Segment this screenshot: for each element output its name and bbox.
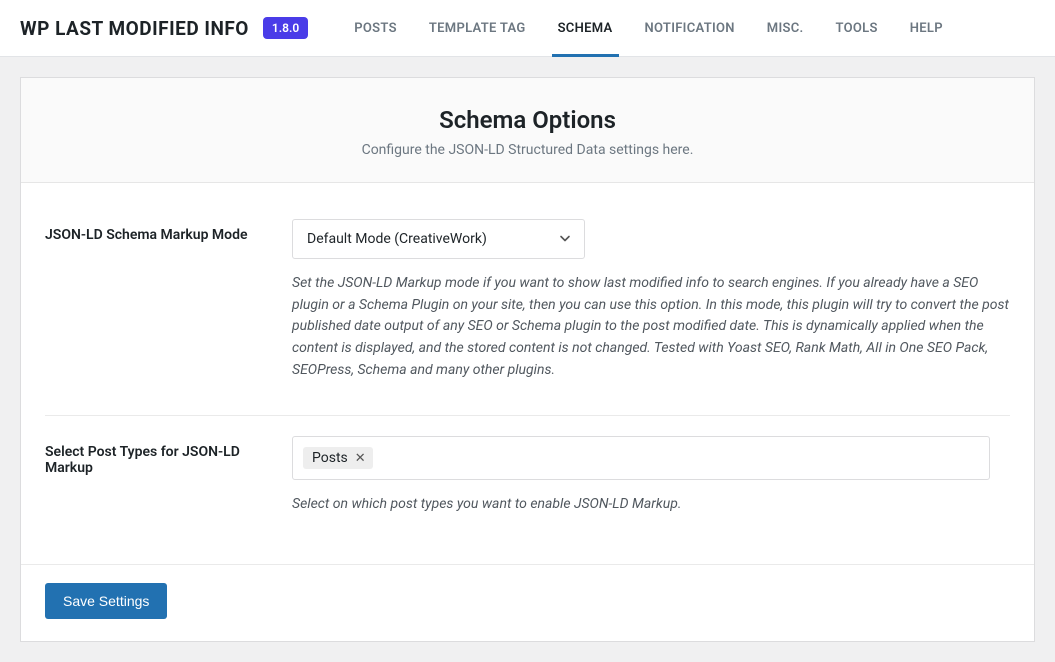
panel-body: JSON-LD Schema Markup Mode Default Mode … — [21, 183, 1034, 564]
tag-posts: Posts ✕ — [303, 447, 373, 469]
main-content: Schema Options Configure the JSON-LD Str… — [0, 57, 1055, 662]
post-types-control: Posts ✕ Select on which post types you w… — [292, 436, 1010, 516]
plugin-title: WP LAST MODIFIED INFO — [20, 17, 249, 40]
top-bar: WP LAST MODIFIED INFO 1.8.0 POSTS TEMPLA… — [0, 0, 1055, 57]
version-badge: 1.8.0 — [263, 17, 308, 39]
tab-schema[interactable]: SCHEMA — [542, 0, 629, 56]
panel-header: Schema Options Configure the JSON-LD Str… — [21, 78, 1034, 183]
tab-posts[interactable]: POSTS — [338, 0, 413, 56]
tab-help[interactable]: HELP — [894, 0, 959, 56]
tab-template-tag[interactable]: TEMPLATE TAG — [413, 0, 542, 56]
tab-misc[interactable]: MISC. — [751, 0, 820, 56]
field-markup-mode: JSON-LD Schema Markup Mode Default Mode … — [45, 219, 1010, 416]
panel-footer: Save Settings — [21, 564, 1034, 641]
panel-subtitle: Configure the JSON-LD Structured Data se… — [41, 142, 1014, 158]
post-types-label: Select Post Types for JSON-LD Markup — [45, 436, 292, 476]
nav-tabs: POSTS TEMPLATE TAG SCHEMA NOTIFICATION M… — [338, 0, 959, 56]
panel-title: Schema Options — [41, 106, 1014, 134]
tab-tools[interactable]: TOOLS — [820, 0, 894, 56]
markup-mode-control: Default Mode (CreativeWork) Set the JSON… — [292, 219, 1010, 381]
markup-mode-help: Set the JSON-LD Markup mode if you want … — [292, 273, 1010, 381]
tag-label: Posts — [312, 450, 348, 466]
post-types-input[interactable]: Posts ✕ — [292, 436, 990, 480]
settings-panel: Schema Options Configure the JSON-LD Str… — [20, 77, 1035, 642]
markup-mode-select[interactable]: Default Mode (CreativeWork) — [292, 219, 585, 259]
field-post-types: Select Post Types for JSON-LD Markup Pos… — [45, 436, 1010, 534]
save-button[interactable]: Save Settings — [45, 583, 167, 619]
post-types-help: Select on which post types you want to e… — [292, 494, 1010, 516]
markup-mode-value: Default Mode (CreativeWork) — [292, 219, 585, 259]
markup-mode-label: JSON-LD Schema Markup Mode — [45, 219, 292, 243]
tab-notification[interactable]: NOTIFICATION — [629, 0, 751, 56]
close-icon[interactable]: ✕ — [355, 452, 366, 465]
